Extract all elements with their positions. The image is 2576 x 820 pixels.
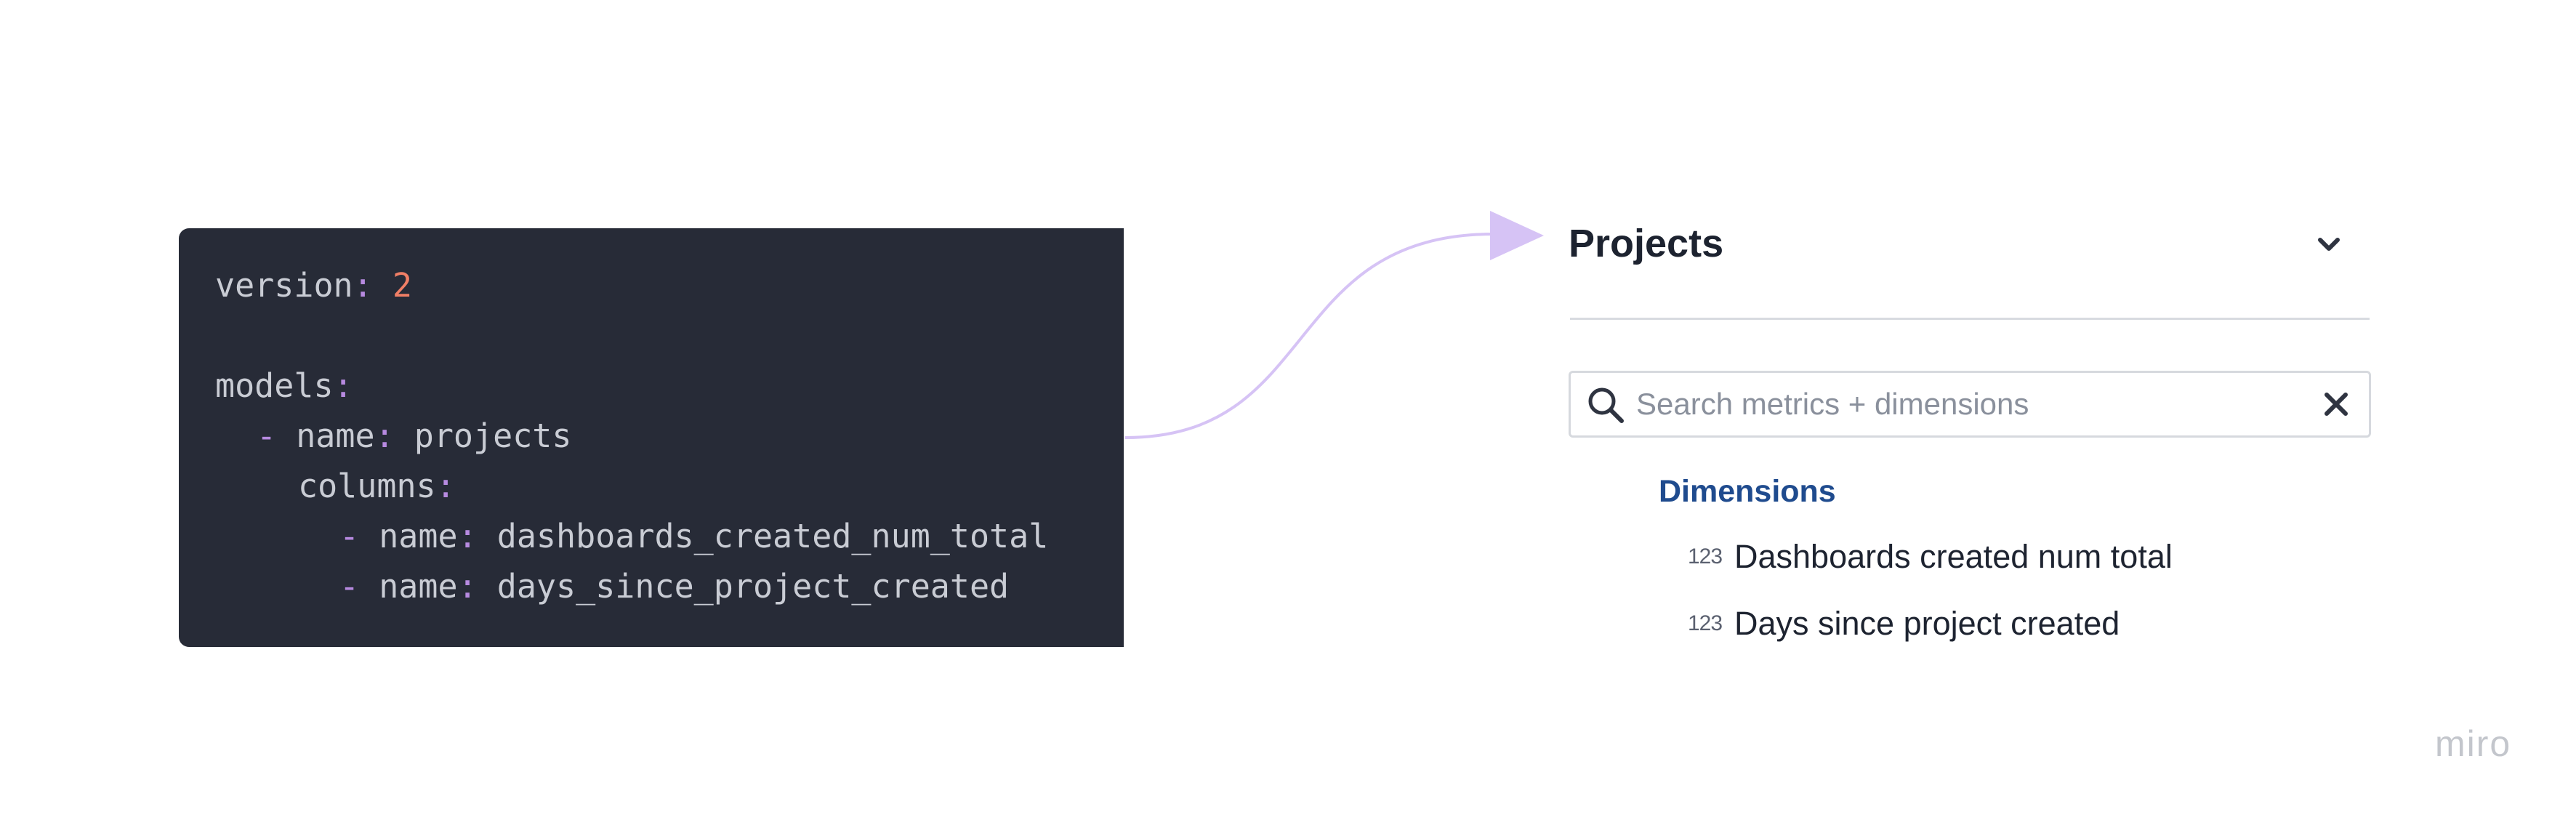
code-value: dashboards_created_num_total xyxy=(496,517,1049,555)
code-value: days_since_project_created xyxy=(496,567,1010,606)
connector-arrowhead xyxy=(1490,211,1544,260)
section-header-dimensions[interactable]: Dimensions xyxy=(1659,471,1836,512)
code-colon: : xyxy=(374,417,395,455)
field-label: Dashboards created num total xyxy=(1734,538,2173,575)
canvas: version: 2 models: - name: projects colu… xyxy=(0,0,2576,820)
number-type-icon: 123 xyxy=(1688,544,1723,568)
code-key: name xyxy=(379,517,458,555)
panel-title: Projects xyxy=(1569,222,1724,265)
search-icon xyxy=(1588,387,1624,423)
search-box[interactable] xyxy=(1569,371,2371,438)
code-dash: - xyxy=(257,417,277,455)
panel-divider xyxy=(1570,318,2370,320)
code-colon: : xyxy=(333,366,353,405)
code-line-model-name: - name: projects xyxy=(215,411,1124,461)
code-key: name xyxy=(379,567,458,606)
connector-curve xyxy=(1124,232,1500,439)
code-key: columns xyxy=(298,467,436,505)
code-line-models: models: xyxy=(215,361,1124,411)
code-line-columns: columns: xyxy=(215,461,1124,511)
yaml-code-block: version: 2 models: - name: projects colu… xyxy=(179,228,1124,647)
chevron-down-icon[interactable] xyxy=(2313,230,2345,259)
code-key: models xyxy=(215,366,334,405)
miro-logo: miro xyxy=(2435,723,2512,764)
code-colon: : xyxy=(353,266,373,305)
code-line-column-1: - name: dashboards_created_num_total xyxy=(215,511,1124,561)
code-value: projects xyxy=(414,417,572,455)
code-line-column-2: - name: days_since_project_created xyxy=(215,561,1124,611)
code-dash: - xyxy=(339,517,360,555)
code-line-version: version: 2 xyxy=(215,260,1124,310)
code-colon: : xyxy=(457,567,478,606)
code-key: name xyxy=(296,417,375,455)
code-colon: : xyxy=(435,467,456,505)
search-input[interactable] xyxy=(1636,380,2290,428)
close-icon[interactable] xyxy=(2321,389,2351,419)
field-label: Days since project created xyxy=(1734,605,2120,642)
code-number: 2 xyxy=(392,266,412,305)
code-dash: - xyxy=(339,567,360,606)
number-type-icon: 123 xyxy=(1688,611,1723,635)
field-item[interactable]: 123 Dashboards created num total xyxy=(1688,535,2173,579)
field-item[interactable]: 123 Days since project created xyxy=(1688,602,2120,646)
code-key: version xyxy=(215,266,353,305)
code-colon: : xyxy=(457,517,478,555)
